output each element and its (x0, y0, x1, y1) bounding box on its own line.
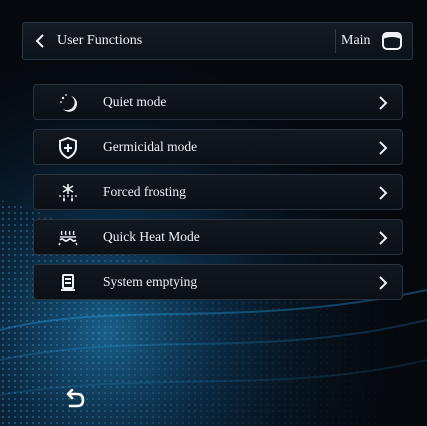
back-button[interactable]: User Functions (35, 23, 142, 59)
page-title: User Functions (57, 33, 143, 48)
header-bar: User Functions Main (22, 22, 413, 60)
menu-row-germicidal-mode[interactable]: Germicidal mode (33, 129, 403, 165)
heat-coil-icon (56, 226, 80, 250)
menu-row-quiet-mode[interactable]: Quiet mode (33, 84, 403, 120)
menu-label: Quick Heat Mode (103, 229, 200, 244)
menu-label: Germicidal mode (103, 139, 198, 154)
chevron-right-icon (379, 96, 388, 110)
chevron-right-icon (379, 186, 388, 200)
menu-label: Quiet mode (103, 94, 167, 109)
moon-stars-icon (56, 91, 80, 115)
return-button[interactable] (58, 386, 90, 414)
chevron-left-icon (35, 34, 49, 48)
snowflake-drops-icon (56, 181, 80, 205)
tank-drain-icon (56, 271, 80, 295)
menu-label: System emptying (103, 274, 198, 289)
shield-plus-icon (56, 136, 80, 160)
chevron-right-icon (379, 231, 388, 245)
return-arrow-icon (66, 389, 85, 408)
chevron-right-icon (379, 276, 388, 290)
menu-row-system-emptying[interactable]: System emptying (33, 264, 403, 300)
main-button[interactable]: Main (341, 23, 405, 59)
background-wave-art (0, 0, 427, 426)
menu-row-forced-frosting[interactable]: Forced frosting (33, 174, 403, 210)
home-display-icon (381, 29, 405, 53)
menu-row-quick-heat-mode[interactable]: Quick Heat Mode (33, 219, 403, 255)
menu-label: Forced frosting (103, 184, 186, 199)
header-divider (335, 29, 336, 53)
chevron-right-icon (379, 141, 388, 155)
main-label: Main (341, 33, 371, 48)
